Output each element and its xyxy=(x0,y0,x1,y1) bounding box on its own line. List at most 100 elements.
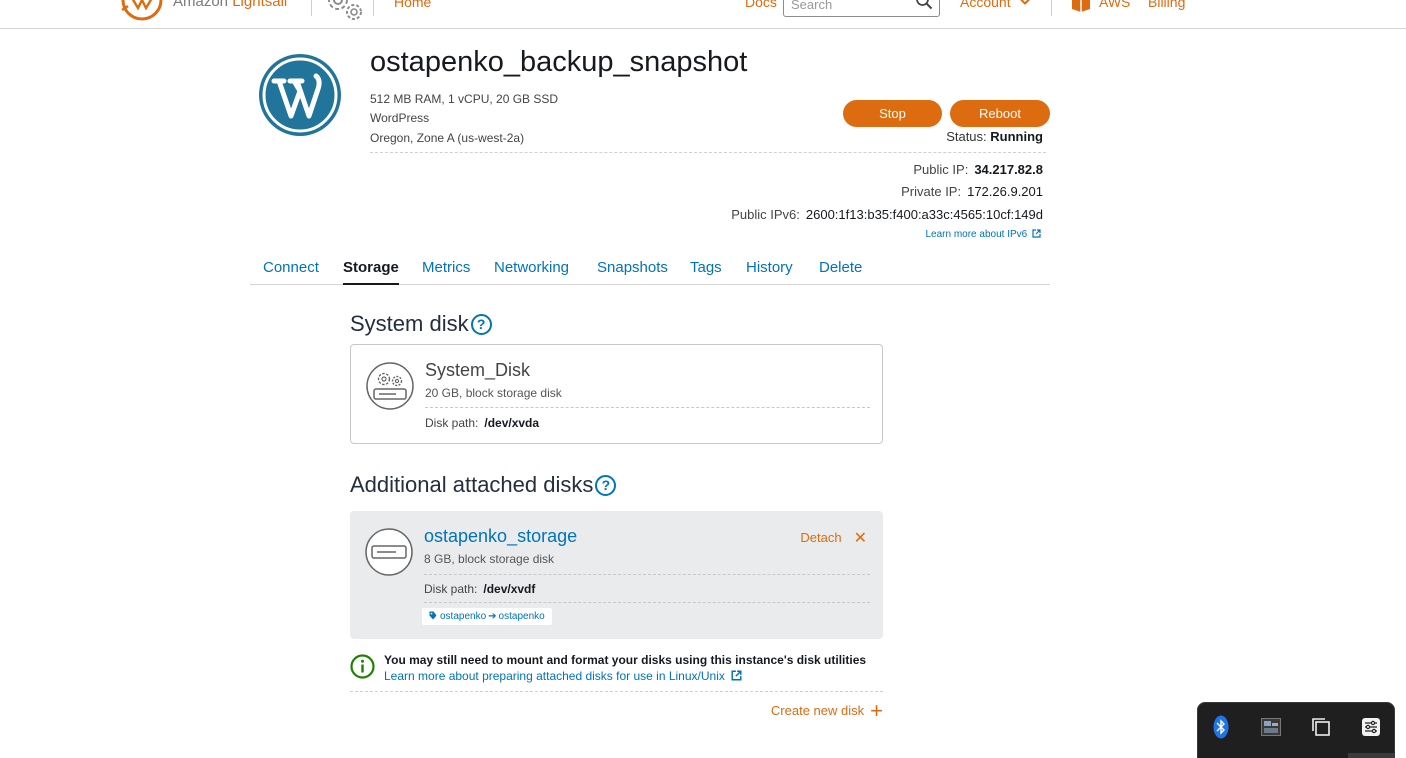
info-icon xyxy=(350,654,375,679)
tray-scrollbar[interactable] xyxy=(1348,753,1394,758)
public-ip-label: Public IP: xyxy=(913,162,969,177)
account-menu[interactable]: Account xyxy=(960,0,1031,10)
system-disk-name: System_Disk xyxy=(425,360,531,380)
public-ipv6-row: Public IPv6: 2600:1f13:b35:f400:a33c:4565… xyxy=(731,207,1043,222)
instance-title: ostapenko_backup_snapshot xyxy=(370,46,748,78)
ipv6-learn-more-link[interactable]: Learn more about IPv6 xyxy=(925,229,1041,240)
tab-connect[interactable]: Connect xyxy=(263,259,319,285)
system-disk-heading-label: System disk xyxy=(350,311,469,336)
search-input[interactable] xyxy=(784,0,904,16)
tab-networking[interactable]: Networking xyxy=(494,259,569,285)
wordpress-logo-icon xyxy=(259,54,341,136)
public-ipv6-label: Public IPv6: xyxy=(731,207,800,222)
tab-delete[interactable]: Delete xyxy=(819,259,862,285)
divider xyxy=(311,0,312,16)
system-tray-popup xyxy=(1197,702,1395,758)
stop-button[interactable]: Stop xyxy=(843,100,942,127)
preparing-disks-link[interactable]: Learn more about preparing attached disk… xyxy=(384,669,742,683)
disk-path-label: Disk path: xyxy=(424,582,478,596)
instance-location: Oregon, Zone A (us-west-2a) xyxy=(370,131,525,145)
disk-path-value: /dev/xvda xyxy=(484,416,540,430)
instance-specs: 512 MB RAM, 1 vCPU, 20 GB SSD xyxy=(370,92,559,106)
public-ip-row: Public IP: 34.217.82.8 xyxy=(913,162,1043,177)
tag-icon xyxy=(429,611,437,620)
search-box xyxy=(783,0,940,17)
attached-disks-heading: Additional attached disks? xyxy=(350,472,617,498)
help-icon[interactable]: ? xyxy=(470,314,492,335)
brand-lightsail: Lightsail xyxy=(232,0,288,10)
divider xyxy=(350,691,883,692)
tab-metrics[interactable]: Metrics xyxy=(422,259,470,285)
docs-link[interactable]: Docs xyxy=(745,0,777,10)
display-button[interactable] xyxy=(1257,713,1285,741)
create-new-disk-button[interactable]: Create new disk + xyxy=(771,698,883,724)
divider xyxy=(424,574,870,575)
attached-disk-description: 8 GB, block storage disk xyxy=(424,552,555,566)
tab-tags[interactable]: Tags xyxy=(690,259,722,285)
billing-link[interactable]: Billing xyxy=(1148,0,1185,10)
reboot-button[interactable]: Reboot xyxy=(950,100,1050,127)
account-label: Account xyxy=(960,0,1011,10)
attached-disk-path: Disk path: /dev/xvdf xyxy=(424,582,535,596)
disk-path-label: Disk path: xyxy=(425,416,479,430)
preparing-disks-label: Learn more about preparing attached disk… xyxy=(384,669,725,683)
system-disk-heading: System disk? xyxy=(350,311,492,337)
copy-window-icon xyxy=(1312,718,1330,736)
divider xyxy=(424,602,870,603)
divider xyxy=(425,407,870,408)
tab-storage[interactable]: Storage xyxy=(343,259,399,285)
public-ipv6-value: 2600:1f13:b35:f400:a33c:4565:10cf:149d xyxy=(805,207,1043,222)
settings-panel-button[interactable] xyxy=(1357,713,1385,741)
tab-history[interactable]: History xyxy=(746,259,793,285)
system-disk-card: System_Disk 20 GB, block storage disk Di… xyxy=(350,344,883,444)
status-value: Running xyxy=(990,129,1043,144)
top-navigation-bar: Amazon Lightsail Home Docs Account AWS B… xyxy=(0,0,1406,29)
disk-path-value: /dev/xvdf xyxy=(483,582,536,596)
tag-key: ostapenko xyxy=(440,611,487,622)
brand-prefix: Amazon xyxy=(173,0,233,10)
bluetooth-button[interactable] xyxy=(1207,713,1235,741)
ipv6-learn-more-label: Learn more about IPv6 xyxy=(925,229,1028,240)
lightsail-logo-icon[interactable] xyxy=(120,0,164,22)
status-label: Status: xyxy=(946,129,987,144)
tag-value: ostapenko xyxy=(498,611,545,622)
tag-chip[interactable]: ostapenko ➔ ostapenko xyxy=(422,608,552,625)
brand-name[interactable]: Amazon Lightsail xyxy=(173,0,287,10)
private-ip-row: Private IP: 172.26.9.201 xyxy=(901,184,1043,199)
system-disk-path: Disk path: /dev/xvda xyxy=(425,416,539,430)
tab-snapshots[interactable]: Snapshots xyxy=(597,259,668,285)
close-icon: ✕ xyxy=(853,530,867,547)
help-icon[interactable]: ? xyxy=(595,475,617,496)
private-ip-value: 172.26.9.201 xyxy=(967,184,1043,199)
search-icon[interactable] xyxy=(915,0,933,11)
detach-label: Detach xyxy=(800,530,842,545)
instance-status: Status: Running xyxy=(946,129,1043,144)
display-icon xyxy=(1261,718,1281,736)
plus-icon: + xyxy=(870,698,883,723)
settings-panel-icon xyxy=(1362,718,1380,736)
notice-text: You may still need to mount and format y… xyxy=(384,653,867,667)
attached-disk-card: ostapenko_storage Detach ✕ 8 GB, block st… xyxy=(350,511,883,639)
gear-icon[interactable] xyxy=(324,0,364,22)
aws-link[interactable]: AWS xyxy=(1099,0,1130,10)
attached-disk-name-link[interactable]: ostapenko_storage xyxy=(424,526,577,547)
system-disk-icon xyxy=(366,362,414,410)
chevron-down-icon xyxy=(1020,0,1031,5)
home-link[interactable]: Home xyxy=(394,0,431,10)
arrow-right-icon: ➔ xyxy=(488,611,497,622)
private-ip-label: Private IP: xyxy=(901,184,962,199)
divider xyxy=(370,152,1046,153)
detach-button[interactable]: Detach ✕ xyxy=(800,528,867,548)
instance-tabs: Connect Storage Metrics Networking Snaps… xyxy=(250,255,1050,285)
divider xyxy=(373,0,374,16)
external-link-icon xyxy=(731,670,742,681)
public-ip-value: 34.217.82.8 xyxy=(974,162,1043,177)
bluetooth-icon xyxy=(1213,715,1229,739)
aws-cube-icon[interactable] xyxy=(1071,0,1091,12)
attached-disks-heading-label: Additional attached disks xyxy=(350,472,594,497)
system-disk-description: 20 GB, block storage disk xyxy=(425,386,562,400)
divider xyxy=(1051,0,1052,16)
create-disk-label: Create new disk xyxy=(770,703,865,718)
external-link-icon xyxy=(1032,229,1041,238)
copy-window-button[interactable] xyxy=(1307,713,1335,741)
